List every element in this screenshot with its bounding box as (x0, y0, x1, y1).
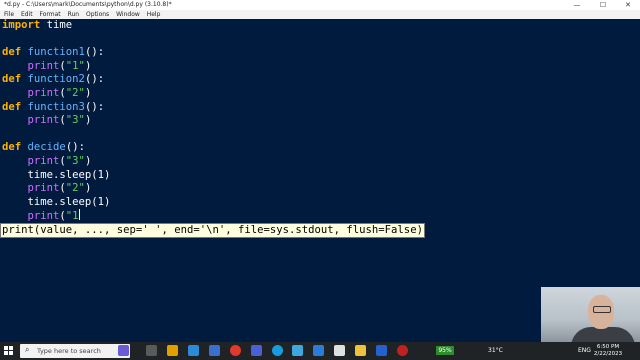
clock-time: 6:50 PM (596, 344, 620, 350)
code-text[interactable]: import time def function1(): print("1") d… (2, 19, 110, 223)
app-icon-6[interactable] (313, 345, 324, 356)
code-token: def (2, 100, 22, 113)
code-token: function1 (27, 46, 85, 59)
code-token: time.sleep(1) (2, 195, 111, 208)
code-line[interactable] (2, 128, 110, 142)
code-token: ) (84, 154, 92, 167)
app-icon-8[interactable] (376, 345, 387, 356)
app-icon-3[interactable] (209, 345, 220, 356)
python-icon[interactable] (355, 345, 366, 356)
code-token: function3 (27, 100, 85, 113)
code-token: (): (84, 46, 105, 59)
code-line[interactable]: print("2") (2, 87, 110, 101)
code-line[interactable]: def function1(): (2, 46, 110, 60)
code-token: def (2, 46, 22, 59)
app-icon-4[interactable] (251, 345, 262, 356)
code-token: "1 (65, 210, 79, 223)
code-line[interactable]: def decide(): (2, 141, 110, 155)
code-token: import (2, 19, 41, 31)
code-line[interactable] (2, 33, 110, 47)
taskbar: ⌕ Type here to search 95% 31°C ENG 6:50 … (0, 342, 640, 360)
code-line[interactable]: time.sleep(1) (2, 168, 111, 183)
minimize-button[interactable]: — (566, 0, 588, 10)
code-line[interactable]: def function2(): (2, 73, 110, 87)
code-token: "2" (65, 182, 85, 195)
windows-start-icon[interactable] (4, 346, 14, 356)
search-placeholder: Type here to search (37, 347, 101, 355)
code-token: ) (84, 182, 92, 195)
search-icon: ⌕ (25, 345, 30, 354)
code-token: print (27, 114, 60, 127)
menu-edit[interactable]: Edit (21, 10, 33, 19)
menu-options[interactable]: Options (86, 10, 109, 19)
title-bar: *d.py - C:\Users\mark\Documents\python\d… (0, 0, 640, 10)
code-token: print (27, 210, 60, 223)
app-icon-5[interactable] (292, 345, 303, 356)
record-icon[interactable] (397, 345, 408, 356)
app-icon-7[interactable] (334, 345, 345, 356)
code-token: "1" (65, 59, 85, 72)
webcam-overlay (541, 287, 640, 342)
menu-window[interactable]: Window (116, 10, 140, 19)
code-line[interactable]: import time (2, 19, 110, 33)
battery-badge[interactable]: 95% (436, 346, 454, 355)
code-token: (): (84, 100, 105, 113)
code-token: function2 (27, 73, 85, 86)
close-button[interactable]: ✕ (617, 0, 639, 10)
window-title: *d.py - C:\Users\mark\Documents\python\d… (4, 1, 172, 8)
app-icon-2[interactable] (188, 345, 199, 356)
code-token: print (27, 59, 60, 72)
code-line[interactable]: print("3") (2, 155, 110, 169)
webcam-person-body (571, 327, 635, 342)
menu-file[interactable]: File (4, 10, 14, 19)
menu-run[interactable]: Run (68, 10, 80, 19)
menu-format[interactable]: Format (40, 10, 61, 19)
webcam-glasses (593, 306, 611, 313)
file-explorer-icon[interactable] (167, 345, 178, 356)
text-cursor (78, 209, 80, 221)
language-indicator[interactable]: ENG (578, 342, 591, 360)
taskbar-search-box[interactable]: ⌕ Type here to search (20, 344, 130, 358)
code-line[interactable]: print("1 (2, 209, 110, 223)
code-line[interactable]: print("2") (2, 182, 110, 196)
code-token: def (2, 73, 22, 86)
weather-text[interactable]: 31°C (488, 342, 503, 360)
chrome-icon[interactable] (230, 345, 241, 356)
code-token: (): (84, 73, 105, 86)
edge-icon[interactable] (272, 345, 283, 356)
code-token: time.sleep(1) (2, 168, 111, 181)
clock-date: 2/22/2023 (593, 351, 623, 357)
code-line[interactable]: print("1") (2, 60, 110, 74)
code-token: decide (27, 141, 66, 154)
task-view-icon[interactable] (146, 345, 157, 356)
code-token: "2" (65, 86, 85, 99)
code-token: ) (84, 59, 92, 72)
code-token: def (2, 141, 22, 154)
code-token: (): (65, 141, 85, 154)
code-line[interactable]: print("3") (2, 114, 110, 128)
code-token: "3" (65, 114, 85, 127)
app-icon-1[interactable] (118, 345, 129, 356)
code-line[interactable]: def function3(): (2, 101, 110, 115)
code-token: print (27, 86, 60, 99)
code-token: print (27, 154, 60, 167)
menu-help[interactable]: Help (147, 10, 161, 19)
code-token: ) (84, 114, 92, 127)
clock[interactable]: 6:50 PM 2/22/2023 (590, 344, 626, 358)
code-token: time (40, 19, 73, 31)
code-token: ) (84, 86, 92, 99)
code-token: print (27, 182, 60, 195)
calltip: print(value, ..., sep=' ', end='\n', fil… (0, 223, 425, 238)
code-token: "3" (65, 154, 85, 167)
menu-bar: File Edit Format Run Options Window Help (0, 10, 640, 19)
maximize-button[interactable]: ☐ (592, 0, 614, 10)
code-line[interactable]: time.sleep(1) (2, 195, 111, 210)
